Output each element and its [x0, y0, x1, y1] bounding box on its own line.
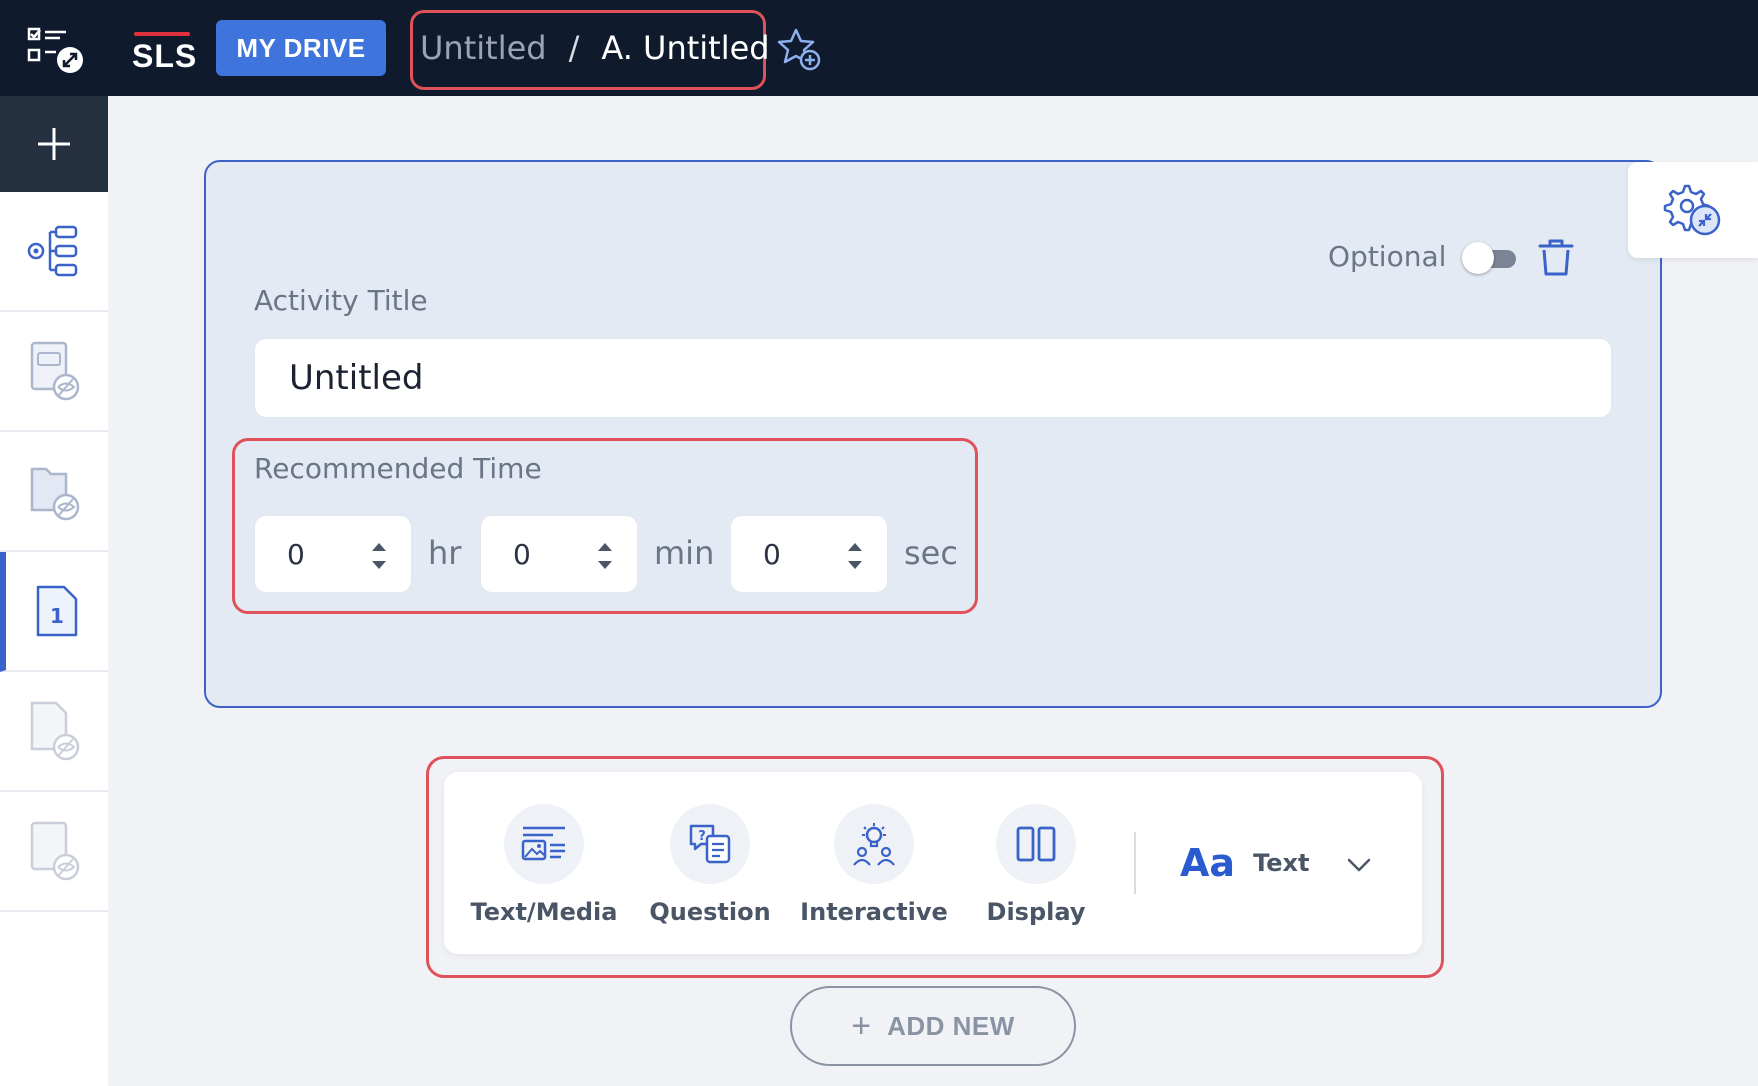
activity-title-label: Activity Title [254, 284, 428, 317]
question-label: Question [649, 898, 771, 926]
activity-title-input[interactable] [254, 338, 1612, 418]
seconds-value: 0 [763, 538, 781, 571]
logo-bar [134, 32, 190, 36]
hidden-folder-icon [30, 467, 80, 521]
spinner-arrows-icon[interactable] [369, 538, 389, 574]
logo-text: SLS [132, 38, 198, 74]
plus-icon: + [851, 1007, 872, 1045]
settings-collapse-icon [1663, 184, 1721, 236]
minutes-stepper[interactable]: 0 [480, 515, 638, 593]
hidden-document-icon [30, 821, 80, 881]
text-media-label: Text/Media [470, 898, 618, 926]
hours-stepper[interactable]: 0 [254, 515, 412, 593]
interactive-label: Interactive [800, 898, 948, 926]
chevron-down-icon[interactable] [1344, 850, 1374, 880]
svg-text:?: ? [698, 829, 706, 844]
recommended-time-label: Recommended Time [254, 452, 542, 485]
spinner-arrows-icon[interactable] [595, 538, 615, 574]
breadcrumb-lesson[interactable]: Untitled [420, 29, 547, 67]
rail-item-hidden-page-2[interactable] [0, 672, 108, 792]
add-new-button[interactable]: + ADD NEW [790, 986, 1076, 1066]
trash-icon[interactable] [1534, 236, 1578, 280]
svg-text:1: 1 [50, 604, 64, 628]
add-section-button[interactable] [0, 96, 108, 192]
page-number-icon: 1 [36, 585, 78, 637]
seconds-stepper[interactable]: 0 [730, 515, 888, 593]
text-media-button[interactable]: Text/Media [464, 804, 624, 926]
hours-value: 0 [287, 538, 305, 571]
question-button[interactable]: ? Question [630, 804, 790, 926]
seconds-unit: sec [904, 534, 958, 572]
text-style-selector[interactable]: Aa Text [1180, 836, 1309, 890]
spinner-arrows-icon[interactable] [845, 538, 865, 574]
text-style-label: Text [1253, 849, 1310, 877]
task-list-icon[interactable] [26, 26, 86, 76]
minutes-unit: min [654, 534, 715, 572]
toggle-knob [1462, 242, 1494, 274]
sls-logo[interactable]: SLS [132, 28, 196, 74]
star-add-icon[interactable] [776, 26, 822, 72]
display-icon [996, 804, 1076, 884]
hidden-document-icon [30, 701, 80, 761]
settings-tree-icon [27, 225, 78, 277]
interactive-icon [834, 804, 914, 884]
question-icon: ? [670, 804, 750, 884]
interactive-button[interactable]: Interactive [794, 804, 954, 926]
optional-label: Optional [1328, 240, 1447, 273]
display-button[interactable]: Display [956, 804, 1116, 926]
breadcrumb: Untitled / A. Untitled [420, 26, 770, 70]
rail-item-settings-tree[interactable] [0, 192, 108, 312]
rail-item-hidden-page-3[interactable] [0, 792, 108, 912]
rail-item-hidden-folder[interactable] [0, 432, 108, 552]
display-label: Display [986, 898, 1086, 926]
breadcrumb-activity[interactable]: A. Untitled [601, 29, 769, 67]
rail-item-page-1[interactable]: 1 [0, 552, 108, 672]
text-media-icon [504, 804, 584, 884]
hours-unit: hr [428, 534, 462, 572]
add-new-label: ADD NEW [887, 1010, 1015, 1041]
rail-item-hidden-page-1[interactable] [0, 312, 108, 432]
minutes-value: 0 [513, 538, 531, 571]
collapse-settings-button[interactable] [1628, 162, 1758, 258]
optional-toggle[interactable] [1462, 242, 1518, 274]
hidden-document-icon [30, 341, 80, 401]
plus-icon [38, 128, 70, 160]
breadcrumb-separator: / [568, 29, 580, 67]
toolbar-divider [1134, 832, 1136, 894]
text-style-symbol: Aa [1180, 841, 1236, 885]
my-drive-button[interactable]: MY DRIVE [216, 20, 386, 76]
